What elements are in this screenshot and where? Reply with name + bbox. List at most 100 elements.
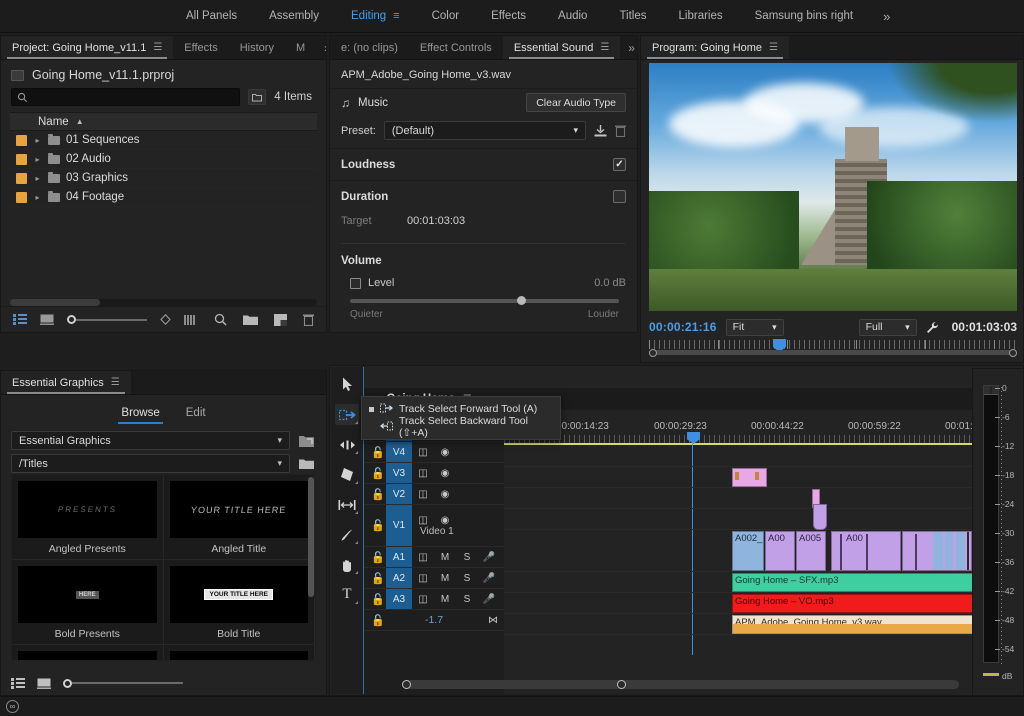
program-video-image[interactable]: [649, 63, 1017, 311]
sync-lock-icon[interactable]: ◫: [412, 552, 434, 563]
workspace-all-panels[interactable]: All Panels: [170, 0, 253, 33]
search-input[interactable]: [32, 89, 236, 105]
timeline-clips-area[interactable]: Black A RETU Adobe A005_C A002_C: [504, 446, 1023, 695]
track-header-a3[interactable]: 🔓 A3 ◫ M S 🎤: [364, 589, 504, 610]
new-folder-icon[interactable]: [297, 455, 316, 472]
tab-source-monitor[interactable]: e: (no clips): [330, 36, 409, 59]
volume-slider[interactable]: [350, 296, 619, 305]
folder-select[interactable]: /Titles ▾: [11, 454, 290, 473]
solo-button[interactable]: S: [456, 573, 478, 584]
scrollbar-thumb[interactable]: [402, 680, 959, 689]
slider-knob[interactable]: [67, 315, 76, 324]
level-value[interactable]: 0.0 dB: [594, 277, 626, 289]
keyframe-nav-icon[interactable]: ⋈: [482, 615, 504, 626]
lane-v2[interactable]: [504, 509, 1023, 530]
tab-project[interactable]: Project: Going Home_v11.1 ☰: [1, 36, 174, 59]
level-checkbox[interactable]: [350, 277, 361, 289]
timeline-ruler[interactable]: 00:00 00:00:14:23 00:00:29:23 00:00:44:2…: [482, 421, 1023, 435]
timeline-clip[interactable]: [902, 531, 972, 571]
workspace-titles[interactable]: Titles: [603, 0, 662, 33]
template-card[interactable]: [12, 645, 164, 660]
rate-stretch-tool[interactable]: [335, 464, 359, 485]
track-name-v2[interactable]: V2: [386, 484, 412, 504]
tab-media-browser[interactable]: M: [285, 36, 316, 59]
workspace-libraries[interactable]: Libraries: [663, 0, 739, 33]
template-card[interactable]: HERE Bold Presents: [12, 560, 164, 645]
zoom-handle-left[interactable]: [402, 680, 411, 689]
tab-effect-controls[interactable]: Effect Controls: [409, 36, 503, 59]
list-item[interactable]: ▸ 04 Footage: [10, 188, 317, 207]
eye-icon[interactable]: ◉: [434, 489, 456, 500]
program-menu-icon[interactable]: ☰: [769, 42, 778, 53]
sync-lock-icon[interactable]: ◫: [412, 489, 434, 500]
list-item[interactable]: ▸ 01 Sequences: [10, 131, 317, 150]
sync-lock-icon[interactable]: ◫: [412, 594, 434, 605]
template-card[interactable]: YOUR TITLE HERE Angled Title: [163, 475, 315, 560]
column-header-name[interactable]: Name: [38, 116, 69, 128]
find-icon[interactable]: [214, 313, 227, 326]
delete-icon[interactable]: [303, 314, 314, 326]
list-view-icon[interactable]: [13, 314, 27, 325]
track-header-v4[interactable]: 🔓 V4 ◫ ◉: [364, 442, 504, 463]
new-bin-icon[interactable]: [243, 314, 258, 325]
sync-lock-icon[interactable]: ◫: [412, 468, 434, 479]
zoom-handle-right[interactable]: [1009, 349, 1017, 357]
workspace-editing-menu-icon[interactable]: ≡: [393, 0, 399, 33]
lock-icon[interactable]: 🔓: [370, 551, 386, 564]
ripple-edit-tool[interactable]: [335, 434, 359, 455]
workspace-samsung-bins-right[interactable]: Samsung bins right: [739, 0, 869, 33]
project-menu-icon[interactable]: ☰: [153, 42, 162, 53]
freeform-icon[interactable]: [160, 314, 171, 325]
track-name-a1[interactable]: A1: [386, 547, 412, 567]
pen-tool[interactable]: [335, 524, 359, 545]
master-mix-value[interactable]: -1.7: [386, 614, 482, 626]
eye-icon[interactable]: ◉: [434, 468, 456, 479]
eye-icon[interactable]: ◉: [434, 447, 456, 458]
tab-history[interactable]: History: [229, 36, 285, 59]
chevron-right-icon[interactable]: ▸: [33, 193, 42, 202]
project-horizontal-scrollbar[interactable]: [10, 299, 317, 306]
track-name-v1[interactable]: V1: [386, 505, 412, 546]
target-value[interactable]: 00:01:03:03: [407, 215, 465, 227]
eye-icon[interactable]: ◉: [434, 515, 456, 526]
lock-icon[interactable]: 🔓: [370, 467, 386, 480]
timeline-clip[interactable]: [813, 504, 827, 530]
voice-record-icon[interactable]: 🎤: [478, 594, 500, 605]
template-grid-wrapper[interactable]: PRESENTS Angled Presents YOUR TITLE HERE…: [11, 474, 316, 661]
lock-icon[interactable]: 🔓: [370, 488, 386, 501]
template-card[interactable]: YOUR TITLE HERE Bold Title: [163, 560, 315, 645]
lock-icon[interactable]: 🔓: [370, 519, 386, 532]
track-header-v3[interactable]: 🔓 V3 ◫ ◉: [364, 463, 504, 484]
program-zoom-scrollbar[interactable]: [649, 350, 1017, 355]
voice-record-icon[interactable]: 🎤: [478, 573, 500, 584]
workspace-more-icon[interactable]: »: [869, 9, 904, 24]
track-name-a3[interactable]: A3: [386, 589, 412, 609]
list-item[interactable]: ▸ 02 Audio: [10, 150, 317, 169]
list-view-icon[interactable]: [11, 677, 25, 689]
tab-effects[interactable]: Effects: [173, 36, 228, 59]
slip-tool[interactable]: [335, 494, 359, 515]
new-item-icon[interactable]: [274, 313, 287, 326]
selection-tool[interactable]: [335, 374, 359, 395]
duration-checkbox[interactable]: [613, 190, 626, 203]
tab-program-monitor[interactable]: Program: Going Home ☰: [641, 36, 790, 59]
track-name-v4[interactable]: V4: [386, 442, 412, 462]
mute-button[interactable]: M: [434, 573, 456, 584]
lane-v3[interactable]: [504, 488, 1023, 509]
preset-select[interactable]: (Default) ▾: [383, 121, 586, 140]
track-header-v2[interactable]: 🔓 V2 ◫ ◉: [364, 484, 504, 505]
voice-record-icon[interactable]: 🎤: [478, 552, 500, 563]
essential-sound-menu-icon[interactable]: ☰: [600, 42, 609, 53]
type-tool[interactable]: T: [335, 584, 359, 605]
track-header-v1[interactable]: 🔓 V1 ◫ ◉ Video 1: [364, 505, 504, 547]
library-select[interactable]: Essential Graphics ▾: [11, 431, 290, 450]
timeline-clip[interactable]: A005: [796, 531, 826, 571]
size-slider[interactable]: [63, 678, 183, 688]
search-box[interactable]: [11, 88, 241, 106]
tab-essential-graphics[interactable]: Essential Graphics ☰: [1, 371, 131, 394]
workspace-audio[interactable]: Audio: [542, 0, 603, 33]
template-card[interactable]: PRESENTS Angled Presents: [12, 475, 164, 560]
track-select-tool-flyout[interactable]: Track Select Forward Tool (A) Track Sele…: [361, 396, 561, 440]
creative-cloud-icon[interactable]: ∞: [6, 700, 19, 713]
duration-section[interactable]: Duration: [330, 180, 637, 212]
